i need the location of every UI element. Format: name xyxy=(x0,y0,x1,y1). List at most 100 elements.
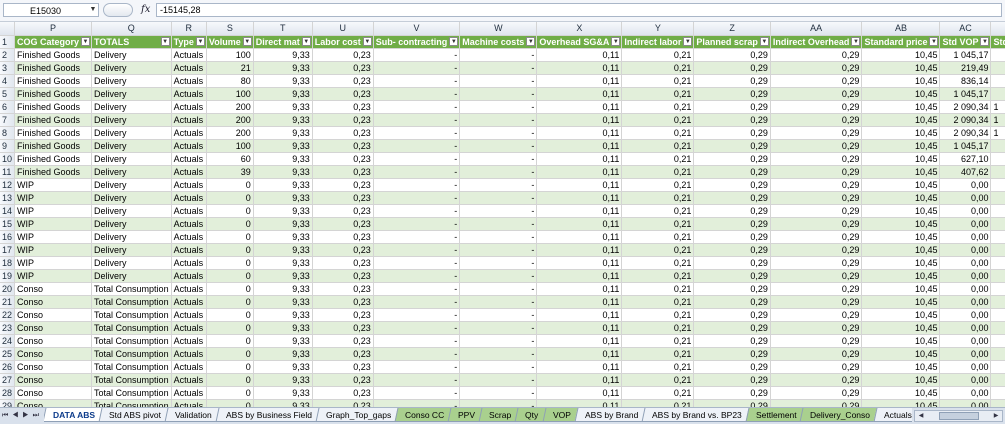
cell[interactable]: 9,33 xyxy=(253,113,313,127)
cell[interactable]: 9,33 xyxy=(253,308,313,322)
cell[interactable]: - xyxy=(459,204,538,218)
cell[interactable]: 0,21 xyxy=(621,230,695,244)
cell[interactable]: Total Consumption xyxy=(91,360,172,374)
column-letter-P[interactable]: P xyxy=(14,22,93,36)
cell[interactable]: 0,11 xyxy=(536,165,623,179)
cell[interactable]: 0,23 xyxy=(312,61,374,75)
cell[interactable]: 0,00 xyxy=(939,321,992,335)
name-box-dropdown-icon[interactable]: ▼ xyxy=(88,3,98,17)
cell[interactable]: Actuals xyxy=(171,386,207,400)
cell[interactable]: 0,21 xyxy=(621,74,695,88)
filter-dropdown-icon[interactable]: ▼ xyxy=(242,36,252,46)
cell[interactable]: 10,45 xyxy=(861,61,941,75)
column-letter-AC[interactable]: AC xyxy=(939,22,992,36)
cell[interactable]: 0,29 xyxy=(770,178,863,192)
cell[interactable]: Total Consumption xyxy=(91,373,172,387)
cell[interactable]: Delivery xyxy=(91,113,172,127)
cell[interactable]: - xyxy=(459,321,538,335)
cell[interactable] xyxy=(990,139,1005,153)
cell[interactable]: Actuals xyxy=(171,230,207,244)
cell[interactable]: Actuals xyxy=(171,399,207,407)
cell[interactable]: Delivery xyxy=(91,139,172,153)
cell[interactable]: 0,11 xyxy=(536,295,623,309)
row-number[interactable]: 23 xyxy=(0,321,15,335)
cell[interactable]: Total Consumption xyxy=(91,347,172,361)
column-letter-Z[interactable]: Z xyxy=(693,22,771,36)
cell[interactable]: 9,33 xyxy=(253,334,313,348)
filter-dropdown-icon[interactable]: ▼ xyxy=(759,36,769,46)
cell[interactable]: WIP xyxy=(14,191,93,205)
sheet-tab[interactable]: Delivery_Conso xyxy=(799,408,881,422)
cell[interactable]: WIP xyxy=(14,256,93,270)
column-header[interactable]: Labor cost ▼ xyxy=(312,35,374,49)
cell[interactable]: 39 xyxy=(206,165,254,179)
cell[interactable]: 9,33 xyxy=(253,191,313,205)
cell[interactable]: 0,00 xyxy=(939,347,992,361)
cell[interactable]: - xyxy=(373,243,461,257)
cell[interactable]: 0,21 xyxy=(621,282,695,296)
cell[interactable]: 0,23 xyxy=(312,282,374,296)
cell[interactable]: 0,11 xyxy=(536,360,623,374)
scroll-left-icon[interactable]: ◀ xyxy=(916,411,926,421)
filter-dropdown-icon[interactable]: ▼ xyxy=(526,36,536,46)
cell[interactable]: 407,62 xyxy=(939,165,992,179)
cell[interactable]: 0,29 xyxy=(693,204,771,218)
cell[interactable]: 9,33 xyxy=(253,74,313,88)
cell[interactable]: WIP xyxy=(14,230,93,244)
column-header[interactable]: Direct mat ▼ xyxy=(253,35,313,49)
cell[interactable]: 0,11 xyxy=(536,87,623,101)
cell[interactable]: - xyxy=(373,100,461,114)
cell[interactable]: 9,33 xyxy=(253,230,313,244)
cell[interactable]: 80 xyxy=(206,74,254,88)
cell[interactable]: Delivery xyxy=(91,165,172,179)
cell[interactable]: Finished Goods xyxy=(14,100,93,114)
column-header[interactable]: Indirect Overhead ▼ xyxy=(770,35,863,49)
cell[interactable]: Actuals xyxy=(171,152,207,166)
cell[interactable] xyxy=(990,165,1005,179)
cell[interactable]: 9,33 xyxy=(253,360,313,374)
cell[interactable]: 0,11 xyxy=(536,113,623,127)
cell[interactable]: 0,29 xyxy=(693,48,771,62)
cell[interactable]: 0,11 xyxy=(536,399,623,407)
cell[interactable]: - xyxy=(459,152,538,166)
row-number[interactable]: 29 xyxy=(0,399,15,407)
cell[interactable]: 10,45 xyxy=(861,204,941,218)
cell[interactable]: - xyxy=(459,269,538,283)
cell[interactable]: 0,29 xyxy=(770,282,863,296)
cell[interactable]: 9,33 xyxy=(253,87,313,101)
cell[interactable]: Actuals xyxy=(171,100,207,114)
cell[interactable]: 0,29 xyxy=(693,373,771,387)
cell[interactable]: Actuals xyxy=(171,61,207,75)
column-letter-S[interactable]: S xyxy=(206,22,254,36)
sheet-tab[interactable]: Graph_Top_gaps xyxy=(315,408,402,422)
cell[interactable]: 0 xyxy=(206,347,254,361)
cell[interactable]: Conso xyxy=(14,334,93,348)
cell[interactable] xyxy=(990,256,1005,270)
cell[interactable]: 0,23 xyxy=(312,256,374,270)
column-letter-next[interactable] xyxy=(990,22,1005,36)
column-letter-AA[interactable]: AA xyxy=(770,22,863,36)
cell[interactable]: Conso xyxy=(14,308,93,322)
cell[interactable]: 9,33 xyxy=(253,347,313,361)
cell[interactable]: 0,23 xyxy=(312,178,374,192)
cell[interactable]: Finished Goods xyxy=(14,126,93,140)
cell[interactable]: - xyxy=(459,48,538,62)
cell[interactable]: Finished Goods xyxy=(14,74,93,88)
cell[interactable]: 9,33 xyxy=(253,61,313,75)
cell[interactable]: 0,29 xyxy=(693,269,771,283)
cell[interactable]: Actuals xyxy=(171,126,207,140)
cell[interactable]: 21 xyxy=(206,61,254,75)
row-number[interactable]: 12 xyxy=(0,178,15,192)
column-header[interactable]: TOTALS ▼ xyxy=(91,35,172,49)
cell[interactable]: - xyxy=(373,308,461,322)
row-number[interactable]: 21 xyxy=(0,295,15,309)
cell[interactable]: 0 xyxy=(206,334,254,348)
cell[interactable]: - xyxy=(459,165,538,179)
formula-cancel-enter-pill[interactable] xyxy=(103,3,133,17)
cell[interactable]: - xyxy=(373,373,461,387)
cell[interactable]: 0,00 xyxy=(939,269,992,283)
cell[interactable]: 0,29 xyxy=(693,334,771,348)
row-number[interactable]: 3 xyxy=(0,61,15,75)
cell[interactable]: 0 xyxy=(206,386,254,400)
cell[interactable]: 0,23 xyxy=(312,373,374,387)
